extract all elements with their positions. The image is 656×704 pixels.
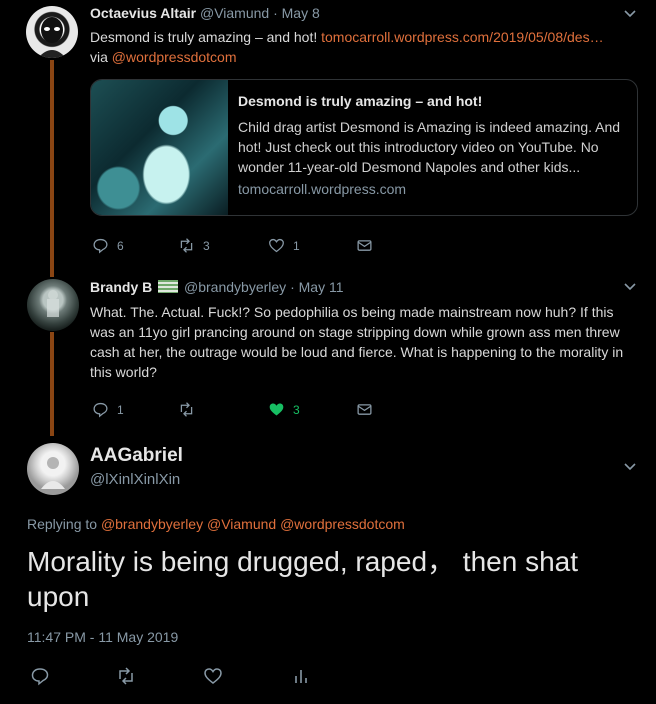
like-button[interactable]: 3 [268, 401, 300, 418]
replying-to: Replying to @brandybyerley @Viamund @wor… [27, 516, 405, 532]
thread-connector-2 [50, 332, 54, 436]
reply-button[interactable]: 6 [92, 237, 124, 254]
tweet-text: What. The. Actual. Fuck!? So pedophilia … [90, 304, 624, 380]
avatar-mask-icon [38, 17, 66, 58]
retweet-icon [180, 402, 193, 417]
avatar-photo-icon [47, 290, 59, 317]
card-description: Child drag artist Desmond is Amazing is … [238, 119, 621, 175]
via-link[interactable]: @wordpressdotcom [112, 49, 237, 65]
chevron-down-icon[interactable] [623, 460, 637, 474]
reply-icon [93, 238, 108, 254]
tweet-timestamp[interactable]: 11:47 PM - 11 May 2019 [27, 629, 178, 645]
like-filled-icon [269, 403, 284, 416]
tweet-date[interactable]: · May 11 [290, 279, 343, 295]
replying-to-handles[interactable]: @brandybyerley @Viamund @wordpressdotcom [101, 516, 405, 532]
tweet-text-main: Desmond is truly amazing – and hot! [90, 29, 322, 45]
thread-connector-1 [50, 60, 54, 277]
replying-label: Replying to [27, 516, 101, 532]
chevron-down-icon[interactable] [623, 7, 637, 21]
reply-icon[interactable] [30, 666, 50, 686]
flag-icon [158, 280, 179, 293]
message-icon [357, 404, 372, 415]
tweet-text: Desmond is truly amazing – and hot! tomo… [90, 27, 635, 47]
message-button[interactable] [356, 401, 373, 418]
like-button[interactable]: 1 [268, 237, 300, 254]
chevron-down-icon[interactable] [623, 280, 637, 294]
avatar[interactable] [27, 443, 79, 495]
avatar[interactable] [27, 279, 79, 331]
via-label: via [90, 49, 112, 65]
display-name[interactable]: Octaevius Altair [90, 5, 196, 21]
retweet-count: 3 [203, 238, 210, 253]
display-name[interactable]: Brandy B [90, 279, 152, 295]
tweet-text: Morality is being drugged, raped， then s… [27, 546, 578, 612]
card-thumbnail [91, 80, 228, 215]
user-handle[interactable]: @Viamund [200, 5, 269, 21]
tweet-header: Brandy B @brandybyerley · May 11 [90, 279, 344, 295]
like-count: 1 [293, 238, 300, 253]
tweet-header: Octaevius Altair @Viamund · May 8 [90, 5, 320, 21]
retweet-icon[interactable] [116, 666, 136, 686]
like-count: 3 [293, 402, 300, 417]
message-icon [357, 240, 372, 251]
card-title: Desmond is truly amazing – and hot! [238, 93, 483, 109]
user-handle[interactable]: @lXinlXinlXin [90, 471, 180, 488]
avatar[interactable] [26, 6, 78, 58]
tweet-link[interactable]: tomocarroll.wordpress.com/2019/05/08/des… [321, 29, 603, 45]
tweet-date[interactable]: · May 8 [273, 5, 320, 21]
reply-count: 1 [117, 402, 124, 417]
avatar-photo-icon [41, 457, 65, 489]
link-preview-card[interactable]: Desmond is truly amazing – and hot! Chil… [90, 79, 638, 216]
reply-button[interactable]: 1 [92, 401, 124, 418]
analytics-icon[interactable] [291, 666, 311, 686]
reply-count: 6 [117, 238, 124, 253]
tweet-via: via @wordpressdotcom [90, 47, 237, 67]
retweet-button[interactable] [178, 401, 203, 418]
retweet-button[interactable]: 3 [178, 237, 210, 254]
reply-icon [93, 402, 108, 418]
user-handle[interactable]: @brandybyerley [184, 279, 286, 295]
retweet-icon [180, 238, 193, 253]
display-name[interactable]: AAGabriel [90, 445, 183, 467]
like-icon [269, 238, 284, 253]
card-domain: tomocarroll.wordpress.com [238, 181, 407, 197]
like-icon[interactable] [203, 666, 223, 686]
message-button[interactable] [356, 237, 373, 254]
